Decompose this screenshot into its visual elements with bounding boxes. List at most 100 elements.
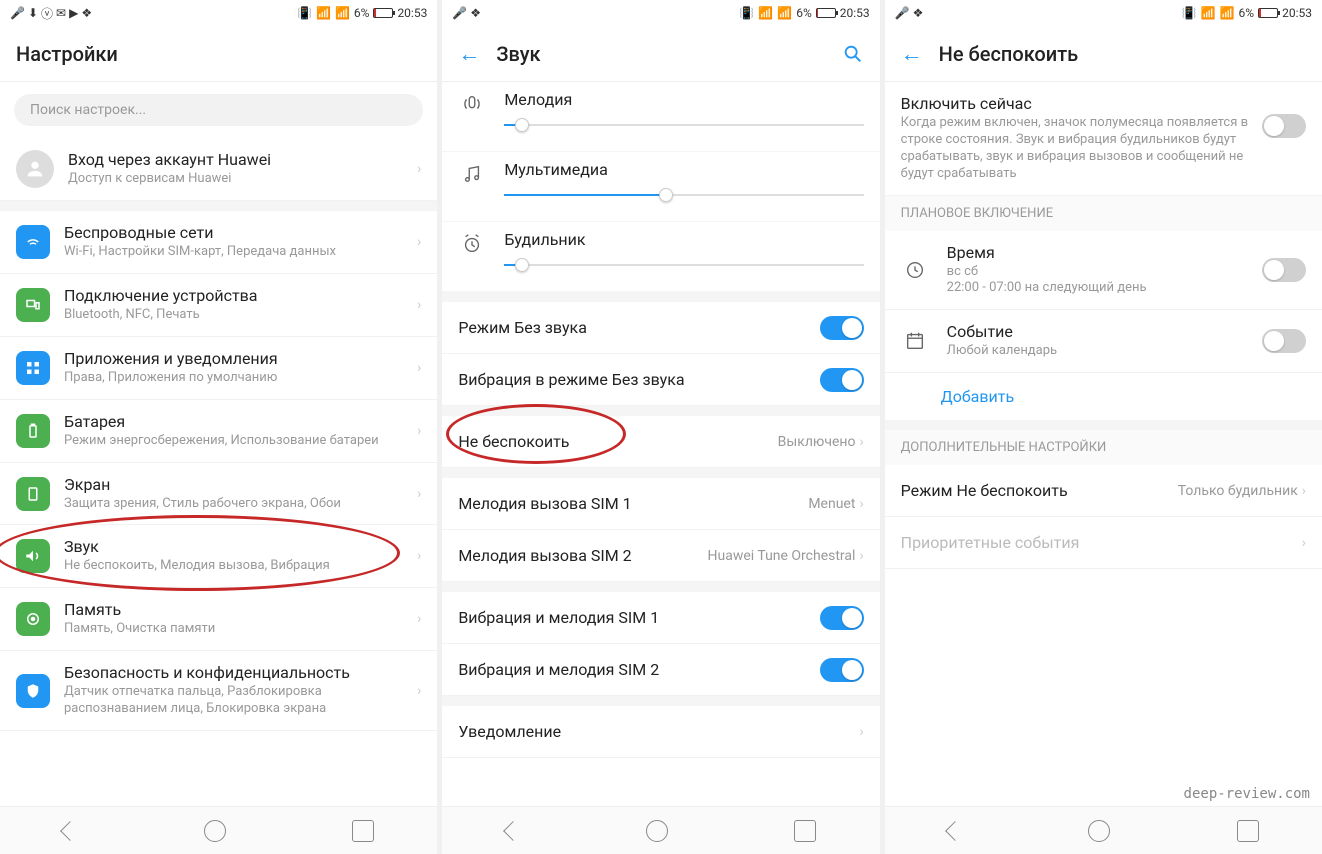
alarm-slider[interactable] xyxy=(504,255,863,275)
search-icon[interactable] xyxy=(842,43,864,65)
notification-row[interactable]: Уведомление › xyxy=(442,706,879,758)
mic-icon: 🎤 xyxy=(10,6,25,20)
tag-icon: ❖ xyxy=(81,6,92,20)
settings-item-battery[interactable]: Батарея Режим энергосбережения, Использо… xyxy=(0,400,437,463)
tag-icon: ❖ xyxy=(470,6,481,20)
time-row[interactable]: Время вс сб22:00 - 07:00 на следующий де… xyxy=(885,231,1322,311)
time-toggle[interactable] xyxy=(1262,258,1306,282)
app-header: Настройки xyxy=(0,26,437,82)
devices-icon xyxy=(16,288,50,322)
silent-toggle[interactable] xyxy=(820,316,864,340)
ringtone-slider-row: Мелодия xyxy=(442,82,879,152)
nav-recent-button[interactable] xyxy=(1237,820,1259,842)
sim2-ringtone-row[interactable]: Мелодия вызова SIM 2 Huawei Tune Orchest… xyxy=(442,530,879,582)
nav-home-button[interactable] xyxy=(204,820,226,842)
dnd-mode-row[interactable]: Режим Не беспокоить Только будильник › xyxy=(885,465,1322,517)
nav-back-button[interactable] xyxy=(503,821,523,841)
sim1-vibration-toggle[interactable] xyxy=(820,606,864,630)
event-toggle[interactable] xyxy=(1262,329,1306,353)
mic-icon: 🎤 xyxy=(895,6,910,20)
signal-icon: 📶 xyxy=(1220,6,1235,20)
vibrate-silent-toggle[interactable] xyxy=(820,368,864,392)
settings-item-apps[interactable]: Приложения и уведомления Права, Приложен… xyxy=(0,337,437,400)
account-row[interactable]: Вход через аккаунт Huawei Доступ к серви… xyxy=(0,138,437,201)
event-row[interactable]: Событие Любой календарь xyxy=(885,310,1322,373)
ringtone-slider[interactable] xyxy=(504,115,863,135)
settings-item-display[interactable]: Экран Защита зрения, Стиль рабочего экра… xyxy=(0,463,437,526)
battery-icon xyxy=(373,8,393,18)
signal-icon: 📶 xyxy=(777,6,792,20)
settings-item-storage[interactable]: Память Память, Очистка памяти › xyxy=(0,588,437,651)
sim2-vibration-toggle[interactable] xyxy=(820,658,864,682)
yt-icon: ▶ xyxy=(69,6,78,20)
app-header: ← Не беспокоить xyxy=(885,26,1322,82)
back-button[interactable]: ← xyxy=(901,41,923,67)
sim1-vibration-row[interactable]: Вибрация и мелодия SIM 1 xyxy=(442,592,879,644)
chevron-right-icon: › xyxy=(859,548,863,564)
settings-item-sound[interactable]: Звук Не беспокоить, Мелодия вызова, Вибр… xyxy=(0,525,437,588)
app-header: ← Звук xyxy=(442,26,879,82)
sim2-vibration-row[interactable]: Вибрация и мелодия SIM 2 xyxy=(442,644,879,696)
chevron-right-icon: › xyxy=(417,548,421,564)
enable-now-toggle[interactable] xyxy=(1262,114,1306,138)
priority-events-row[interactable]: Приоритетные события › xyxy=(885,517,1322,569)
media-slider-row: Мультимедиа xyxy=(442,152,879,222)
watermark: deep-review.com xyxy=(1184,786,1310,802)
chevron-right-icon: › xyxy=(859,496,863,512)
display-icon xyxy=(16,477,50,511)
status-time: 20:53 xyxy=(397,6,427,20)
viber-icon: ⓥ xyxy=(41,5,53,22)
account-sub: Доступ к сервисам Huawei xyxy=(68,171,417,188)
back-button[interactable]: ← xyxy=(458,41,480,67)
page-title: Настройки xyxy=(16,42,118,66)
settings-item-wireless[interactable]: Беспроводные сети Wi-Fi, Настройки SIM-к… xyxy=(0,211,437,274)
search-input[interactable]: Поиск настроек... xyxy=(14,94,423,126)
chevron-right-icon: › xyxy=(417,423,421,439)
alarm-icon xyxy=(458,230,486,258)
silent-mode-row[interactable]: Режим Без звука xyxy=(442,302,879,354)
wifi-icon: 📶 xyxy=(758,6,773,20)
vibrate-icon: 📳 xyxy=(739,6,754,20)
battery-icon xyxy=(16,414,50,448)
wifi-icon: 📶 xyxy=(316,6,331,20)
chevron-right-icon: › xyxy=(417,683,421,699)
enable-now-row[interactable]: Включить сейчас Когда режим включен, зна… xyxy=(885,82,1322,196)
nav-recent-button[interactable] xyxy=(352,820,374,842)
shield-icon xyxy=(16,674,50,708)
chevron-right-icon: › xyxy=(417,161,421,177)
chevron-right-icon: › xyxy=(417,297,421,313)
sound-icon xyxy=(16,539,50,573)
navigation-bar xyxy=(885,806,1322,854)
status-time: 20:53 xyxy=(1282,6,1312,20)
apps-icon xyxy=(16,351,50,385)
storage-icon xyxy=(16,602,50,636)
media-icon xyxy=(458,160,486,188)
sim1-ringtone-row[interactable]: Мелодия вызова SIM 1 Menuet › xyxy=(442,478,879,530)
vibrate-silent-row[interactable]: Вибрация в режиме Без звука xyxy=(442,354,879,406)
status-bar: 🎤 ❖ 📳 📶 📶 6% 20:53 xyxy=(885,0,1322,26)
alarm-slider-row: Будильник xyxy=(442,222,879,292)
chevron-right-icon: › xyxy=(417,486,421,502)
phone-screen-3: 🎤 ❖ 📳 📶 📶 6% 20:53 ← Не беспокоить Включ… xyxy=(885,0,1322,854)
clock-icon xyxy=(901,256,929,284)
signal-icon: 📶 xyxy=(335,6,350,20)
battery-pct: 6% xyxy=(354,6,370,20)
navigation-bar xyxy=(0,806,437,854)
battery-icon xyxy=(816,8,836,18)
nav-back-button[interactable] xyxy=(945,821,965,841)
chevron-right-icon: › xyxy=(859,724,863,740)
battery-pct: 6% xyxy=(796,6,812,20)
settings-item-security[interactable]: Безопасность и конфиденциальность Датчик… xyxy=(0,651,437,731)
nav-home-button[interactable] xyxy=(646,820,668,842)
wifi-icon: 📶 xyxy=(1201,6,1216,20)
settings-item-device-connection[interactable]: Подключение устройства Bluetooth, NFC, П… xyxy=(0,274,437,337)
nav-recent-button[interactable] xyxy=(794,820,816,842)
nav-home-button[interactable] xyxy=(1088,820,1110,842)
media-slider[interactable] xyxy=(504,185,863,205)
mic-icon: 🎤 xyxy=(452,6,467,20)
chevron-right-icon: › xyxy=(417,360,421,376)
add-button[interactable]: Добавить xyxy=(885,373,1322,420)
dnd-row[interactable]: Не беспокоить Выключено › xyxy=(442,416,879,468)
nav-back-button[interactable] xyxy=(60,821,80,841)
ringtone-icon xyxy=(458,90,486,118)
